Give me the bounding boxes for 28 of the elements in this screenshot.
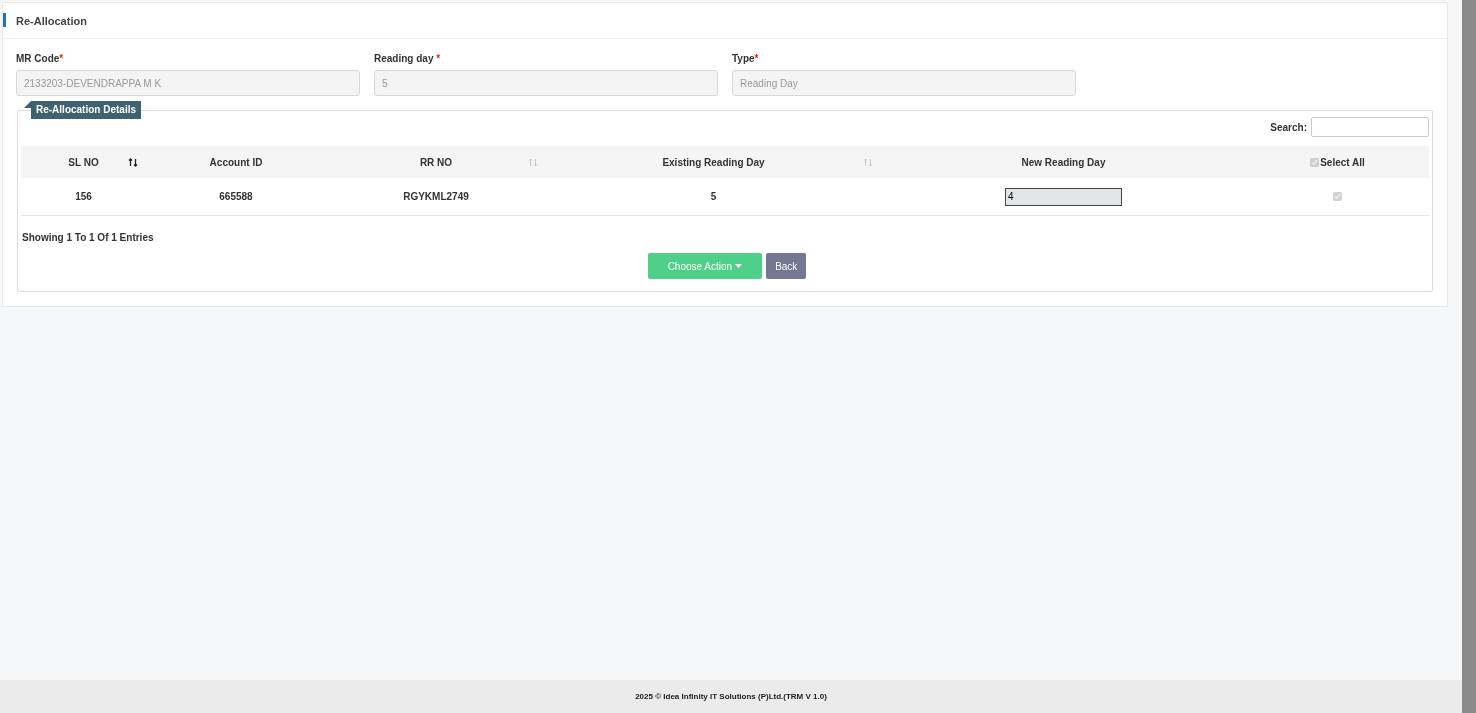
input-field[interactable]: 5 [374, 70, 718, 96]
table-cell: RGYKML2749 [403, 191, 469, 202]
field-label: Reading day * [374, 53, 442, 64]
sort-icon[interactable] [128, 158, 138, 167]
column-header: SL NO [68, 156, 99, 168]
input-field[interactable]: 2133203-DEVENDRAPPA M K [16, 70, 360, 96]
new-reading-day-input[interactable]: 4 [1005, 187, 1122, 206]
column-header: New Reading Day [1021, 156, 1106, 168]
field-label: Type* [732, 53, 760, 64]
column-header: RR NO [419, 156, 453, 168]
back-button[interactable]: Back [766, 253, 807, 279]
choose-action-button[interactable]: Choose Action [647, 253, 763, 279]
panel-title: Re-Allocation [16, 14, 87, 27]
footer-text: 2025 © Idea Infinity IT Solutions (P)Ltd.(TRM V 1.0) [635, 692, 827, 701]
entries-info: Showing 1 To 1 Of 1 Entries [21, 231, 155, 243]
table-cell: 5 [710, 191, 717, 202]
table-cell: 665588 [219, 191, 253, 202]
caret-icon [735, 264, 743, 268]
field-label: MR Code* [16, 53, 65, 64]
search-label: Search: [1270, 121, 1307, 133]
column-header: Existing Reading Day [662, 156, 765, 168]
column-header: Account ID [209, 156, 263, 168]
scrollbar[interactable] [1462, 0, 1476, 713]
section-legend: Re-Allocation Details [31, 101, 142, 119]
input-field[interactable]: Reading Day [732, 70, 1076, 96]
column-header: Select All [1320, 156, 1365, 168]
search-field[interactable] [1311, 117, 1429, 137]
table-cell: 156 [75, 191, 92, 202]
